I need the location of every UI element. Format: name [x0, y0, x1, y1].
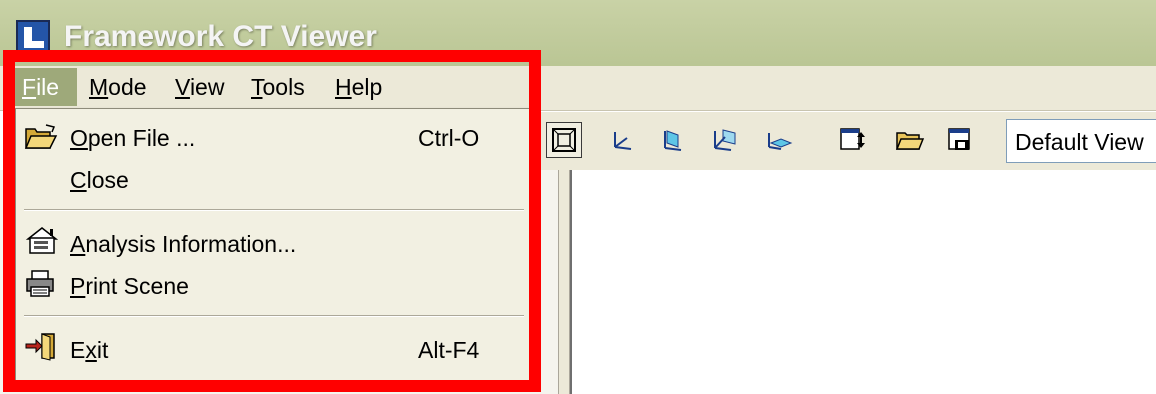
- save-icon[interactable]: [942, 122, 978, 158]
- axes-icon[interactable]: [604, 122, 640, 158]
- window-title: Framework CT Viewer: [64, 20, 377, 53]
- open-folder-icon[interactable]: [892, 122, 928, 158]
- front-view-icon[interactable]: [654, 122, 690, 158]
- swap-view-icon[interactable]: [836, 122, 872, 158]
- pane-splitter[interactable]: [558, 170, 570, 394]
- highlight-box: [3, 50, 541, 392]
- side-view-icon[interactable]: [706, 122, 742, 158]
- view-select[interactable]: Default View: [1006, 119, 1156, 163]
- app-logo-icon: [16, 20, 50, 54]
- top-view-icon[interactable]: [760, 122, 796, 158]
- fit-view-icon[interactable]: [546, 122, 582, 158]
- scene-viewport[interactable]: [570, 170, 1156, 394]
